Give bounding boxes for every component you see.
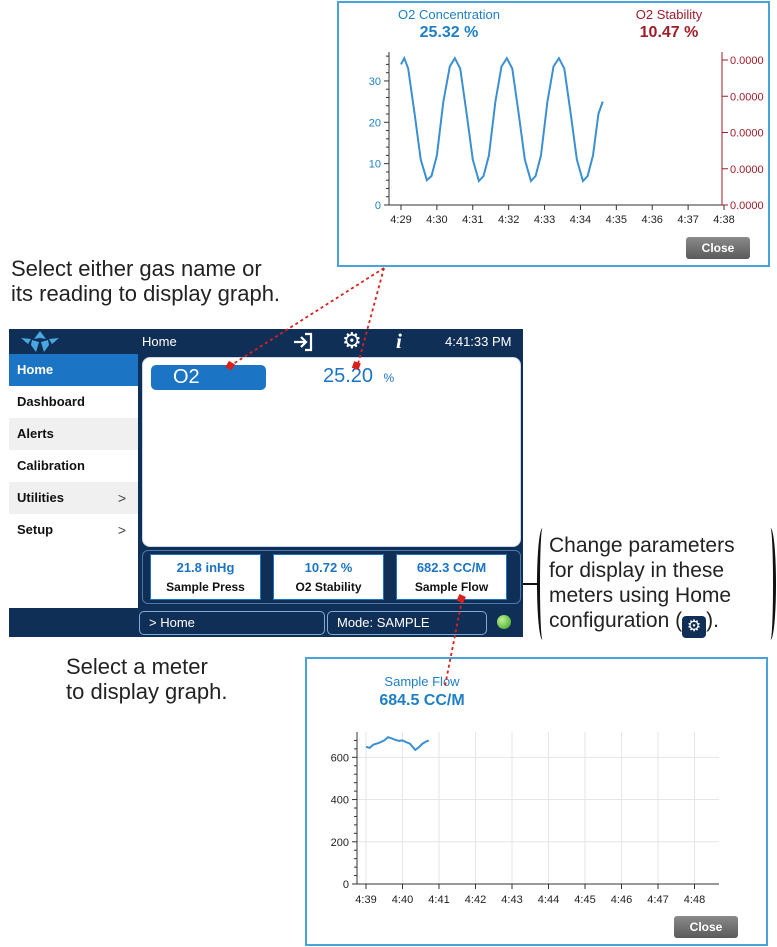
o2-x-tick-label: 4:35: [606, 214, 627, 226]
chevron-right-icon: >: [117, 490, 126, 506]
meter-o2-stability[interactable]: 10.72 % O2 Stability: [273, 554, 384, 600]
o2-y-tick-label: 30: [369, 76, 381, 88]
page-title: Home: [142, 334, 177, 349]
flow-x-tick-label: 4:46: [611, 894, 632, 906]
flow-chart: 0 200 400 600 4:39 4:40 4:41 4:42 4:43 4:44 4:45 4:…: [331, 732, 719, 906]
gas-name-button[interactable]: O2: [151, 365, 266, 390]
clock-time: 4:41:33 PM: [445, 334, 512, 349]
gas-reading-value: 25.20: [323, 365, 374, 387]
gas-select-callout-line-2: its reading to display graph.: [11, 281, 281, 306]
sidebar-item-label: Setup: [17, 522, 54, 537]
sidebar-item-label: Utilities: [17, 490, 64, 505]
gas-reading[interactable]: 25.20 %: [323, 365, 394, 388]
status-indicator-icon: [497, 615, 511, 629]
sidebar-item-calibration[interactable]: Calibration: [9, 450, 138, 482]
flow-x-tick-label: 4:41: [428, 894, 449, 906]
change-params-callout: Change parameters for display in these m…: [549, 533, 735, 638]
meter-label: Sample Flow: [414, 580, 489, 594]
o2-concentration-line: [400, 55, 604, 183]
o2-y-tick-label: 0: [375, 200, 381, 212]
flow-y-tick-label: 400: [331, 795, 349, 807]
sidebar-item-home[interactable]: Home: [9, 354, 138, 386]
gas-select-callout-line-1: Select either gas name or: [11, 256, 262, 281]
meter-value: 10.72 %: [304, 560, 353, 575]
sidebar: Home Dashboard Alerts Calibration Utilit…: [9, 354, 138, 608]
change-params-line-4-end: ).: [706, 609, 719, 632]
gas-select-callout: Select either gas name or its reading to…: [11, 256, 280, 306]
flow-x-tick-label: 4:39: [355, 894, 376, 906]
callout-bracket-left: [537, 528, 548, 640]
meter-value: 21.8 inHg: [176, 560, 235, 575]
flow-y-tick-label: 200: [331, 837, 349, 849]
o2-right-tick-label: 0.0000: [730, 164, 764, 176]
sidebar-item-label: Alerts: [17, 426, 54, 441]
flow-graph-panel: Sample Flow 684.5 CC/M 0 200 400 600 4:39 4:4…: [305, 657, 768, 946]
flow-x-tick-label: 4:47: [647, 894, 668, 906]
o2-x-tick-label: 4:37: [677, 214, 698, 226]
change-params-line-4-text: configuration (: [549, 609, 683, 632]
o2-right-tick-label: 0.0000: [730, 128, 764, 140]
gear-icon: ⚙: [682, 616, 707, 638]
o2-x-tick-label: 4:30: [426, 214, 447, 226]
o2-right-tick-label: 0.0000: [730, 200, 764, 212]
o2-graph-panel: O2 Concentration 25.32 % O2 Stability 10…: [337, 1, 770, 267]
flow-graph-close-button[interactable]: Close: [674, 916, 738, 938]
chevron-right-icon: >: [117, 522, 126, 538]
flow-x-tick-label: 4:44: [538, 894, 559, 906]
flow-x-tick-label: 4:48: [684, 894, 705, 906]
callout-bracket-right: [765, 528, 776, 640]
sidebar-item-utilities[interactable]: Utilities >: [9, 482, 138, 514]
meter-sample-press[interactable]: 21.8 inHg Sample Press: [150, 554, 261, 600]
top-bar: Home ⚙ i 4:41:33 PM: [9, 328, 523, 354]
o2-x-tick-label: 4:31: [462, 214, 483, 226]
o2-right-tick-label: 0.0000: [730, 55, 764, 67]
change-params-line-3: meters using Home: [549, 584, 732, 607]
o2-right-tick-label: 0.0000: [730, 91, 764, 103]
meter-sample-flow[interactable]: 682.3 CC/M Sample Flow: [396, 554, 507, 600]
meter-value: 682.3 CC/M: [416, 560, 487, 575]
meter-select-callout-line-1: Select a meter: [66, 654, 208, 679]
sidebar-item-label: Calibration: [17, 458, 85, 473]
meter-select-callout: Select a meter to display graph.: [66, 654, 227, 704]
o2-x-tick-label: 4:34: [570, 214, 591, 226]
o2-x-tick-label: 4:33: [534, 214, 555, 226]
gear-icon[interactable]: ⚙: [342, 328, 362, 354]
flow-x-tick-label: 4:43: [501, 894, 522, 906]
o2-x-tick-label: 4:38: [713, 214, 734, 226]
sidebar-item-label: Home: [17, 362, 54, 377]
flow-y-tick-label: 600: [331, 752, 349, 764]
device-screen: Home ⚙ i 4:41:33 PM Home Dashboard Alert…: [9, 328, 523, 637]
mode-status: Mode: SAMPLE: [327, 611, 487, 635]
change-params-line-2: for display in these: [549, 559, 725, 582]
flow-x-tick-label: 4:42: [465, 894, 486, 906]
meter-label: O2 Stability: [295, 580, 362, 594]
o2-x-tick-label: 4:36: [642, 214, 663, 226]
o2-y-tick-label: 20: [369, 117, 381, 129]
info-icon[interactable]: i: [396, 329, 402, 354]
o2-graph-close-button[interactable]: Close: [686, 237, 750, 259]
sample-flow-line: [365, 736, 430, 752]
change-params-line-1: Change parameters: [549, 534, 735, 557]
sidebar-item-dashboard[interactable]: Dashboard: [9, 386, 138, 418]
meter-select-callout-line-2: to display graph.: [66, 679, 228, 704]
o2-y-tick-label: 10: [369, 159, 381, 171]
gas-display-panel: O2 25.20 %: [142, 357, 521, 547]
sidebar-item-label: Dashboard: [17, 394, 85, 409]
sidebar-item-alerts[interactable]: Alerts: [9, 418, 138, 450]
gas-name-label: O2: [173, 366, 200, 388]
o2-chart: 0 10 20 30 4:29 4:30 4:31 4:32 4:33 4:34 4:35 4:36 4…: [369, 52, 764, 226]
sign-in-icon[interactable]: [292, 332, 314, 352]
breadcrumb[interactable]: > Home: [139, 611, 325, 635]
o2-x-tick-label: 4:32: [498, 214, 519, 226]
flow-x-tick-label: 4:45: [574, 894, 595, 906]
flow-x-tick-label: 4:40: [392, 894, 413, 906]
sidebar-item-setup[interactable]: Setup >: [9, 514, 138, 546]
gas-reading-unit: %: [383, 371, 395, 385]
teledyne-logo-icon: [21, 331, 59, 352]
o2-x-tick-label: 4:29: [390, 214, 411, 226]
flow-y-tick-label: 0: [343, 879, 349, 891]
change-params-line-4: configuration (⚙).: [549, 608, 735, 638]
meter-label: Sample Press: [166, 580, 245, 594]
